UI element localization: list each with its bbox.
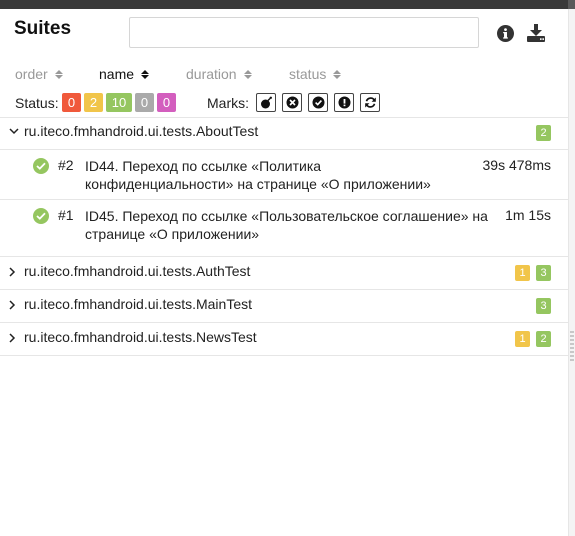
- sort-label: name: [99, 66, 135, 82]
- suite-row-news-test[interactable]: ru.iteco.fmhandroid.ui.tests.NewsTest 1 …: [0, 323, 568, 354]
- suite-row-main-test[interactable]: ru.iteco.fmhandroid.ui.tests.MainTest 3: [0, 290, 568, 321]
- test-number: #1: [58, 207, 74, 223]
- window-top-bar: [0, 0, 575, 9]
- page-title: Suites: [14, 18, 72, 39]
- sort-by-status[interactable]: status: [289, 66, 342, 82]
- pane-resize-gutter[interactable]: [568, 9, 575, 536]
- test-name-line: конфиденциальности» на странице «О прило…: [85, 176, 431, 192]
- refresh-icon: [364, 97, 376, 108]
- suite-name: ru.iteco.fmhandroid.ui.tests.AboutTest: [24, 123, 259, 139]
- suite-row-about-test[interactable]: ru.iteco.fmhandroid.ui.tests.AboutTest 2: [0, 117, 568, 148]
- passed-status-icon: [33, 158, 49, 174]
- sort-arrows-icon: [141, 69, 150, 79]
- mark-filter-flaky[interactable]: [256, 93, 276, 112]
- suite-passed-count: 2: [536, 125, 551, 141]
- chevron-down-icon: [9, 128, 19, 135]
- test-name-line: странице «О приложении»: [85, 226, 260, 242]
- status-filter-failed[interactable]: 0: [62, 93, 81, 112]
- suite-name: ru.iteco.fmhandroid.ui.tests.NewsTest: [24, 329, 257, 345]
- mark-filter-new-broken[interactable]: [334, 93, 354, 112]
- mark-filter-retries-status-change[interactable]: [360, 93, 380, 112]
- test-number: #2: [58, 157, 74, 173]
- test-name-line: ID45. Переход по ссылке «Пользовательско…: [85, 208, 488, 224]
- test-name-line: ID44. Переход по ссылке «Политика: [85, 158, 322, 174]
- chevron-right-icon: [9, 333, 16, 343]
- sort-arrows-icon: [243, 69, 252, 79]
- status-filter-skipped[interactable]: 0: [135, 93, 154, 112]
- info-button[interactable]: [495, 23, 515, 43]
- mark-filter-new-passed[interactable]: [308, 93, 328, 112]
- suite-passed-count: 3: [536, 265, 551, 281]
- search-input[interactable]: [129, 17, 479, 48]
- bomb-icon: [260, 96, 272, 109]
- sort-label: status: [289, 66, 327, 82]
- suite-passed-count: 2: [536, 331, 551, 347]
- download-icon: [527, 24, 545, 42]
- mark-filter-new-failed[interactable]: [282, 93, 302, 112]
- chevron-right-icon: [9, 267, 16, 277]
- check-circle-icon: [312, 96, 324, 109]
- info-circle-icon: [496, 24, 514, 42]
- suites-panel: Suites order name duration status Status…: [0, 9, 568, 536]
- test-duration: 1m 15s: [505, 207, 551, 223]
- sort-label: order: [15, 66, 48, 82]
- suite-name: ru.iteco.fmhandroid.ui.tests.AuthTest: [24, 263, 251, 279]
- sort-by-order[interactable]: order: [15, 66, 63, 82]
- sort-label: duration: [186, 66, 237, 82]
- suite-row-auth-test[interactable]: ru.iteco.fmhandroid.ui.tests.AuthTest 1 …: [0, 257, 568, 288]
- sort-arrows-icon: [333, 69, 342, 79]
- status-label: Status:: [15, 95, 59, 111]
- status-filter-passed[interactable]: 10: [106, 93, 132, 112]
- suite-broken-count: 1: [515, 265, 530, 281]
- status-filter-unknown[interactable]: 0: [157, 93, 176, 112]
- sort-bar: order name duration status: [0, 66, 568, 84]
- marks-label: Marks:: [207, 95, 249, 111]
- suite-broken-count: 1: [515, 331, 530, 347]
- status-filter-broken[interactable]: 2: [84, 93, 103, 112]
- passed-status-icon: [33, 208, 49, 224]
- test-row[interactable]: #2 ID44. Переход по ссылке «Политика кон…: [0, 150, 568, 199]
- resize-grip[interactable]: [570, 331, 574, 361]
- filter-bar: Status: 0 2 10 0 0 Marks:: [0, 93, 568, 113]
- test-name: ID45. Переход по ссылке «Пользовательско…: [85, 207, 495, 243]
- test-duration: 39s 478ms: [482, 157, 551, 173]
- sort-by-duration[interactable]: duration: [186, 66, 252, 82]
- divider: [0, 355, 568, 356]
- download-button[interactable]: [526, 23, 546, 43]
- sort-by-name[interactable]: name: [99, 66, 150, 82]
- sort-arrows-icon: [54, 69, 63, 79]
- suite-passed-count: 3: [536, 298, 551, 314]
- chevron-right-icon: [9, 300, 16, 310]
- times-circle-icon: [286, 96, 298, 109]
- test-row[interactable]: #1 ID45. Переход по ссылке «Пользователь…: [0, 200, 568, 256]
- suite-name: ru.iteco.fmhandroid.ui.tests.MainTest: [24, 296, 252, 312]
- exclamation-circle-icon: [338, 96, 350, 109]
- test-name: ID44. Переход по ссылке «Политика конфид…: [85, 157, 495, 193]
